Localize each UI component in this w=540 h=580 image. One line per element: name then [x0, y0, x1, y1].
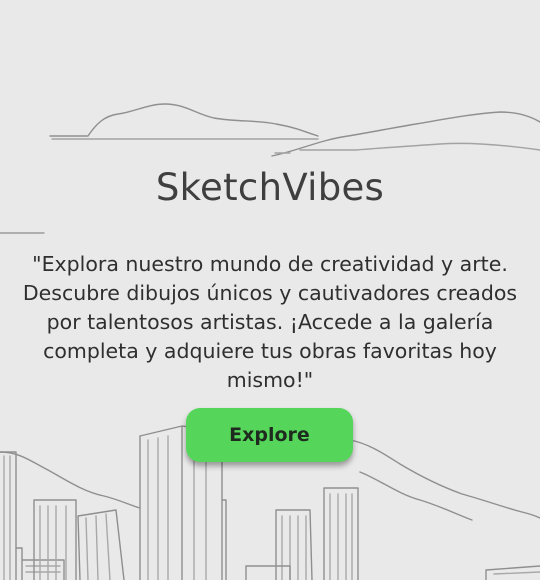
building-tilted — [77, 509, 125, 580]
building-left-edge — [0, 451, 17, 580]
mountain-right-ridge — [359, 471, 473, 521]
mountain-right — [349, 439, 540, 519]
hero-section: SketchVibes "Explora nuestro mundo de cr… — [0, 0, 540, 580]
building-tall-right — [323, 487, 359, 580]
hill-line-right-2 — [274, 142, 540, 154]
explore-button[interactable]: Explore — [186, 408, 353, 462]
site-title: SketchVibes — [155, 166, 385, 209]
hero-tagline: "Explora nuestro mundo de creatividad y … — [22, 252, 518, 392]
hill-line-left — [49, 103, 319, 137]
building-low-right — [245, 565, 291, 580]
